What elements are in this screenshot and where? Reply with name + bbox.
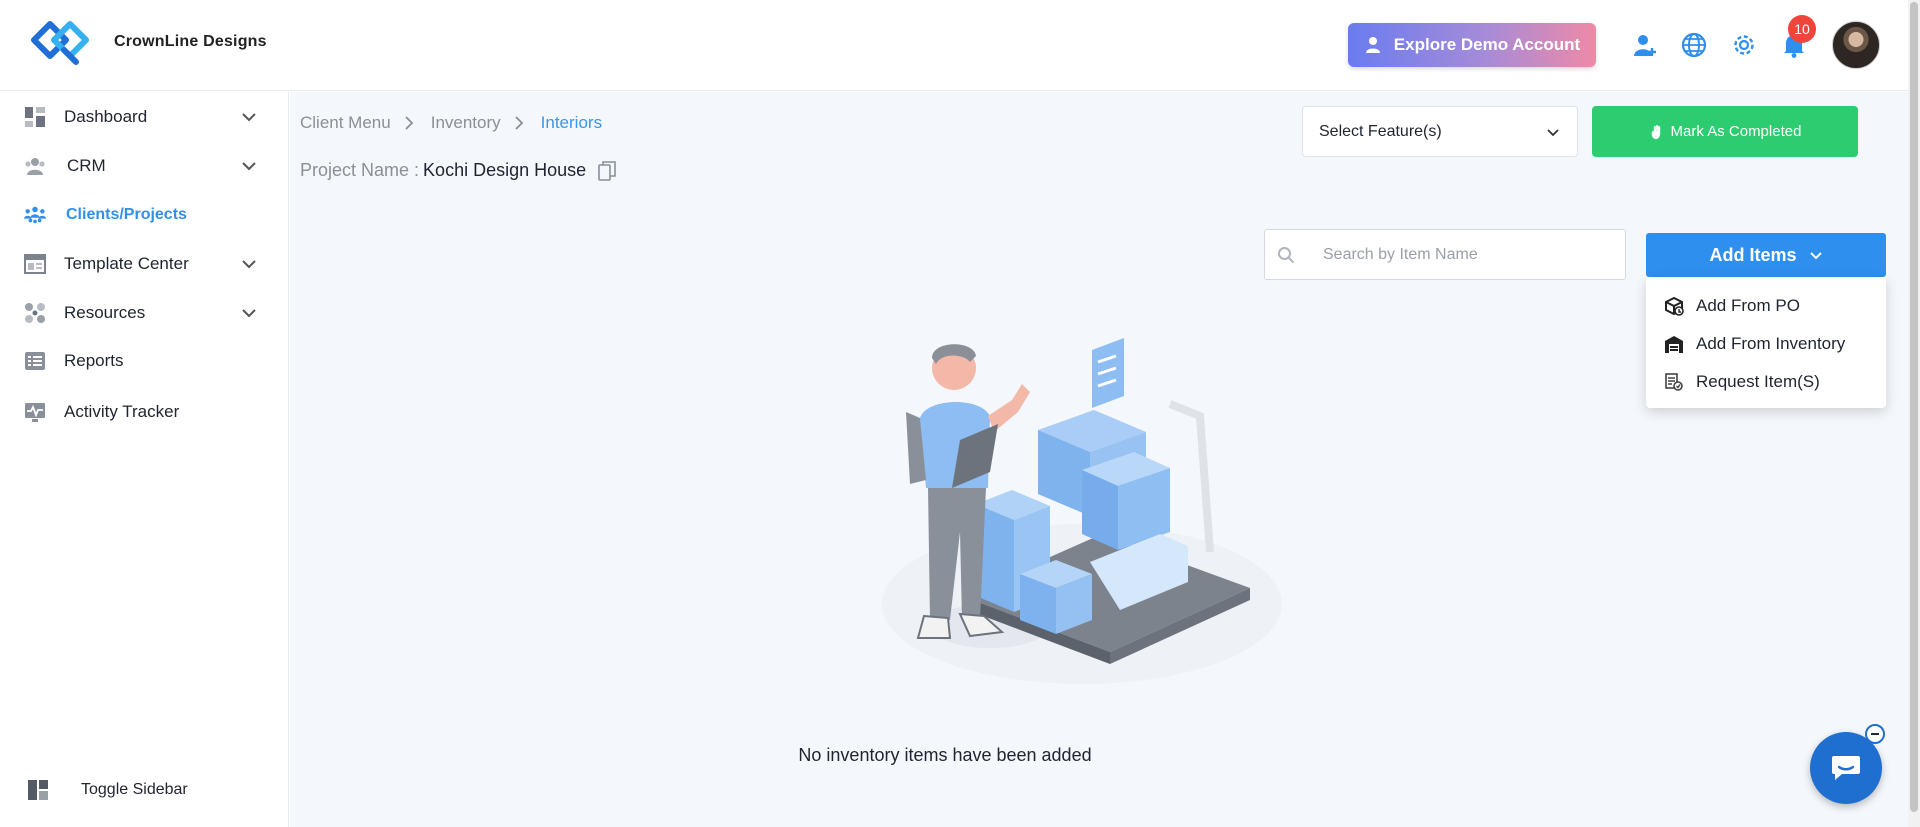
sidebar-item-label: CRM [67, 156, 106, 175]
gear-icon[interactable] [1729, 30, 1759, 60]
explore-demo-label: Explore Demo Account [1393, 35, 1581, 54]
select-feature-value: Select Feature(s) [1319, 122, 1442, 140]
sidebar-item-resources[interactable]: Resources [0, 293, 289, 333]
crownline-logo-icon [31, 21, 89, 65]
add-user-icon[interactable] [1630, 30, 1660, 60]
template-icon [24, 253, 46, 275]
sidebar-item-template-center[interactable]: Template Center [0, 244, 289, 284]
empty-inventory-illustration [882, 338, 1282, 684]
sidebar-item-label: Clients/Projects [66, 206, 187, 223]
hand-icon [1651, 124, 1660, 139]
sidebar-item-activity-tracker[interactable]: Activity Tracker [0, 392, 289, 432]
warehouse-icon [1665, 336, 1683, 353]
select-feature-dropdown[interactable]: Select Feature(s) [1302, 106, 1578, 157]
breadcrumb-client-menu[interactable]: Client Menu [300, 113, 391, 133]
page-scrollbar[interactable] [1908, 0, 1920, 827]
search-box [1264, 229, 1626, 280]
clients-icon [24, 204, 46, 226]
menu-item-request-items[interactable]: Request Item(S) [1646, 363, 1886, 401]
breadcrumb: Client Menu Inventory Interiors [300, 113, 602, 133]
empty-state-message: No inventory items have been added [798, 745, 1092, 765]
activity-icon [24, 401, 46, 423]
chevron-down-icon [1809, 252, 1822, 260]
menu-item-label: Add From Inventory [1696, 334, 1846, 353]
menu-item-add-from-inventory[interactable]: Add From Inventory [1646, 325, 1886, 363]
project-name-value: Kochi Design House [423, 160, 587, 180]
globe-icon[interactable] [1679, 30, 1709, 60]
menu-item-label: Request Item(S) [1696, 372, 1820, 391]
sidebar-item-crm[interactable]: CRM [0, 146, 289, 186]
sidebar-layout-icon [27, 779, 49, 801]
project-name-row: Project Name : Kochi Design House [300, 160, 616, 181]
top-header: CrownLine Designs Explore Demo Account 1… [0, 0, 1908, 91]
user-icon [1365, 37, 1380, 53]
chevron-down-icon[interactable] [240, 304, 258, 322]
sidebar-item-dashboard[interactable]: Dashboard [0, 97, 289, 137]
menu-item-label: Add From PO [1696, 296, 1800, 315]
add-items-label: Add Items [1709, 244, 1797, 265]
chevron-down-icon[interactable] [240, 108, 258, 126]
mark-as-completed-label: Mark As Completed [1670, 123, 1802, 140]
notification-badge: 10 [1788, 15, 1816, 43]
toggle-sidebar-button[interactable]: Toggle Sidebar [0, 770, 289, 810]
brand-name: CrownLine Designs [114, 33, 267, 50]
chevron-right-icon [515, 116, 523, 130]
sidebar-item-clients-projects[interactable]: Clients/Projects [0, 195, 289, 235]
chevron-down-icon[interactable] [240, 255, 258, 273]
user-avatar[interactable] [1832, 21, 1880, 69]
chat-minimize-button[interactable] [1865, 724, 1885, 744]
toggle-sidebar-label: Toggle Sidebar [81, 781, 188, 798]
brand-logo[interactable]: CrownLine Designs [30, 14, 267, 70]
search-input[interactable] [1323, 230, 1613, 279]
copy-icon[interactable] [598, 160, 616, 181]
po-box-icon [1665, 296, 1684, 316]
breadcrumb-interiors: Interiors [540, 113, 603, 132]
minus-icon [1871, 733, 1879, 735]
chevron-down-icon[interactable] [240, 157, 258, 175]
sidebar-item-label: Resources [64, 303, 146, 322]
explore-demo-button[interactable]: Explore Demo Account [1348, 23, 1596, 67]
reports-icon [24, 350, 46, 372]
sidebar-item-label: Activity Tracker [64, 402, 180, 421]
scrollbar-thumb[interactable] [1910, 2, 1918, 812]
crm-icon [24, 155, 46, 177]
breadcrumb-inventory[interactable]: Inventory [431, 113, 501, 133]
add-items-menu: Add From PO Add From Inventory Request I… [1646, 277, 1886, 408]
menu-item-add-from-po[interactable]: Add From PO [1646, 287, 1886, 325]
add-items-button[interactable]: Add Items [1646, 233, 1886, 277]
dashboard-icon [24, 106, 46, 128]
sidebar: Dashboard CRM Clients/Projects Template … [0, 92, 289, 827]
request-icon [1665, 373, 1683, 391]
chat-icon [1832, 756, 1860, 780]
sidebar-item-label: Reports [64, 351, 124, 370]
resources-icon [24, 302, 46, 324]
chevron-right-icon [405, 116, 413, 130]
search-icon [1278, 247, 1295, 264]
mark-as-completed-button[interactable]: Mark As Completed [1592, 106, 1858, 157]
chevron-down-icon [1547, 128, 1559, 136]
sidebar-item-reports[interactable]: Reports [0, 341, 289, 381]
main-content: Client Menu Inventory Interiors Project … [290, 92, 1908, 827]
sidebar-item-label: Template Center [64, 254, 189, 273]
sidebar-item-label: Dashboard [64, 107, 148, 126]
project-name-label: Project Name : [300, 160, 420, 180]
